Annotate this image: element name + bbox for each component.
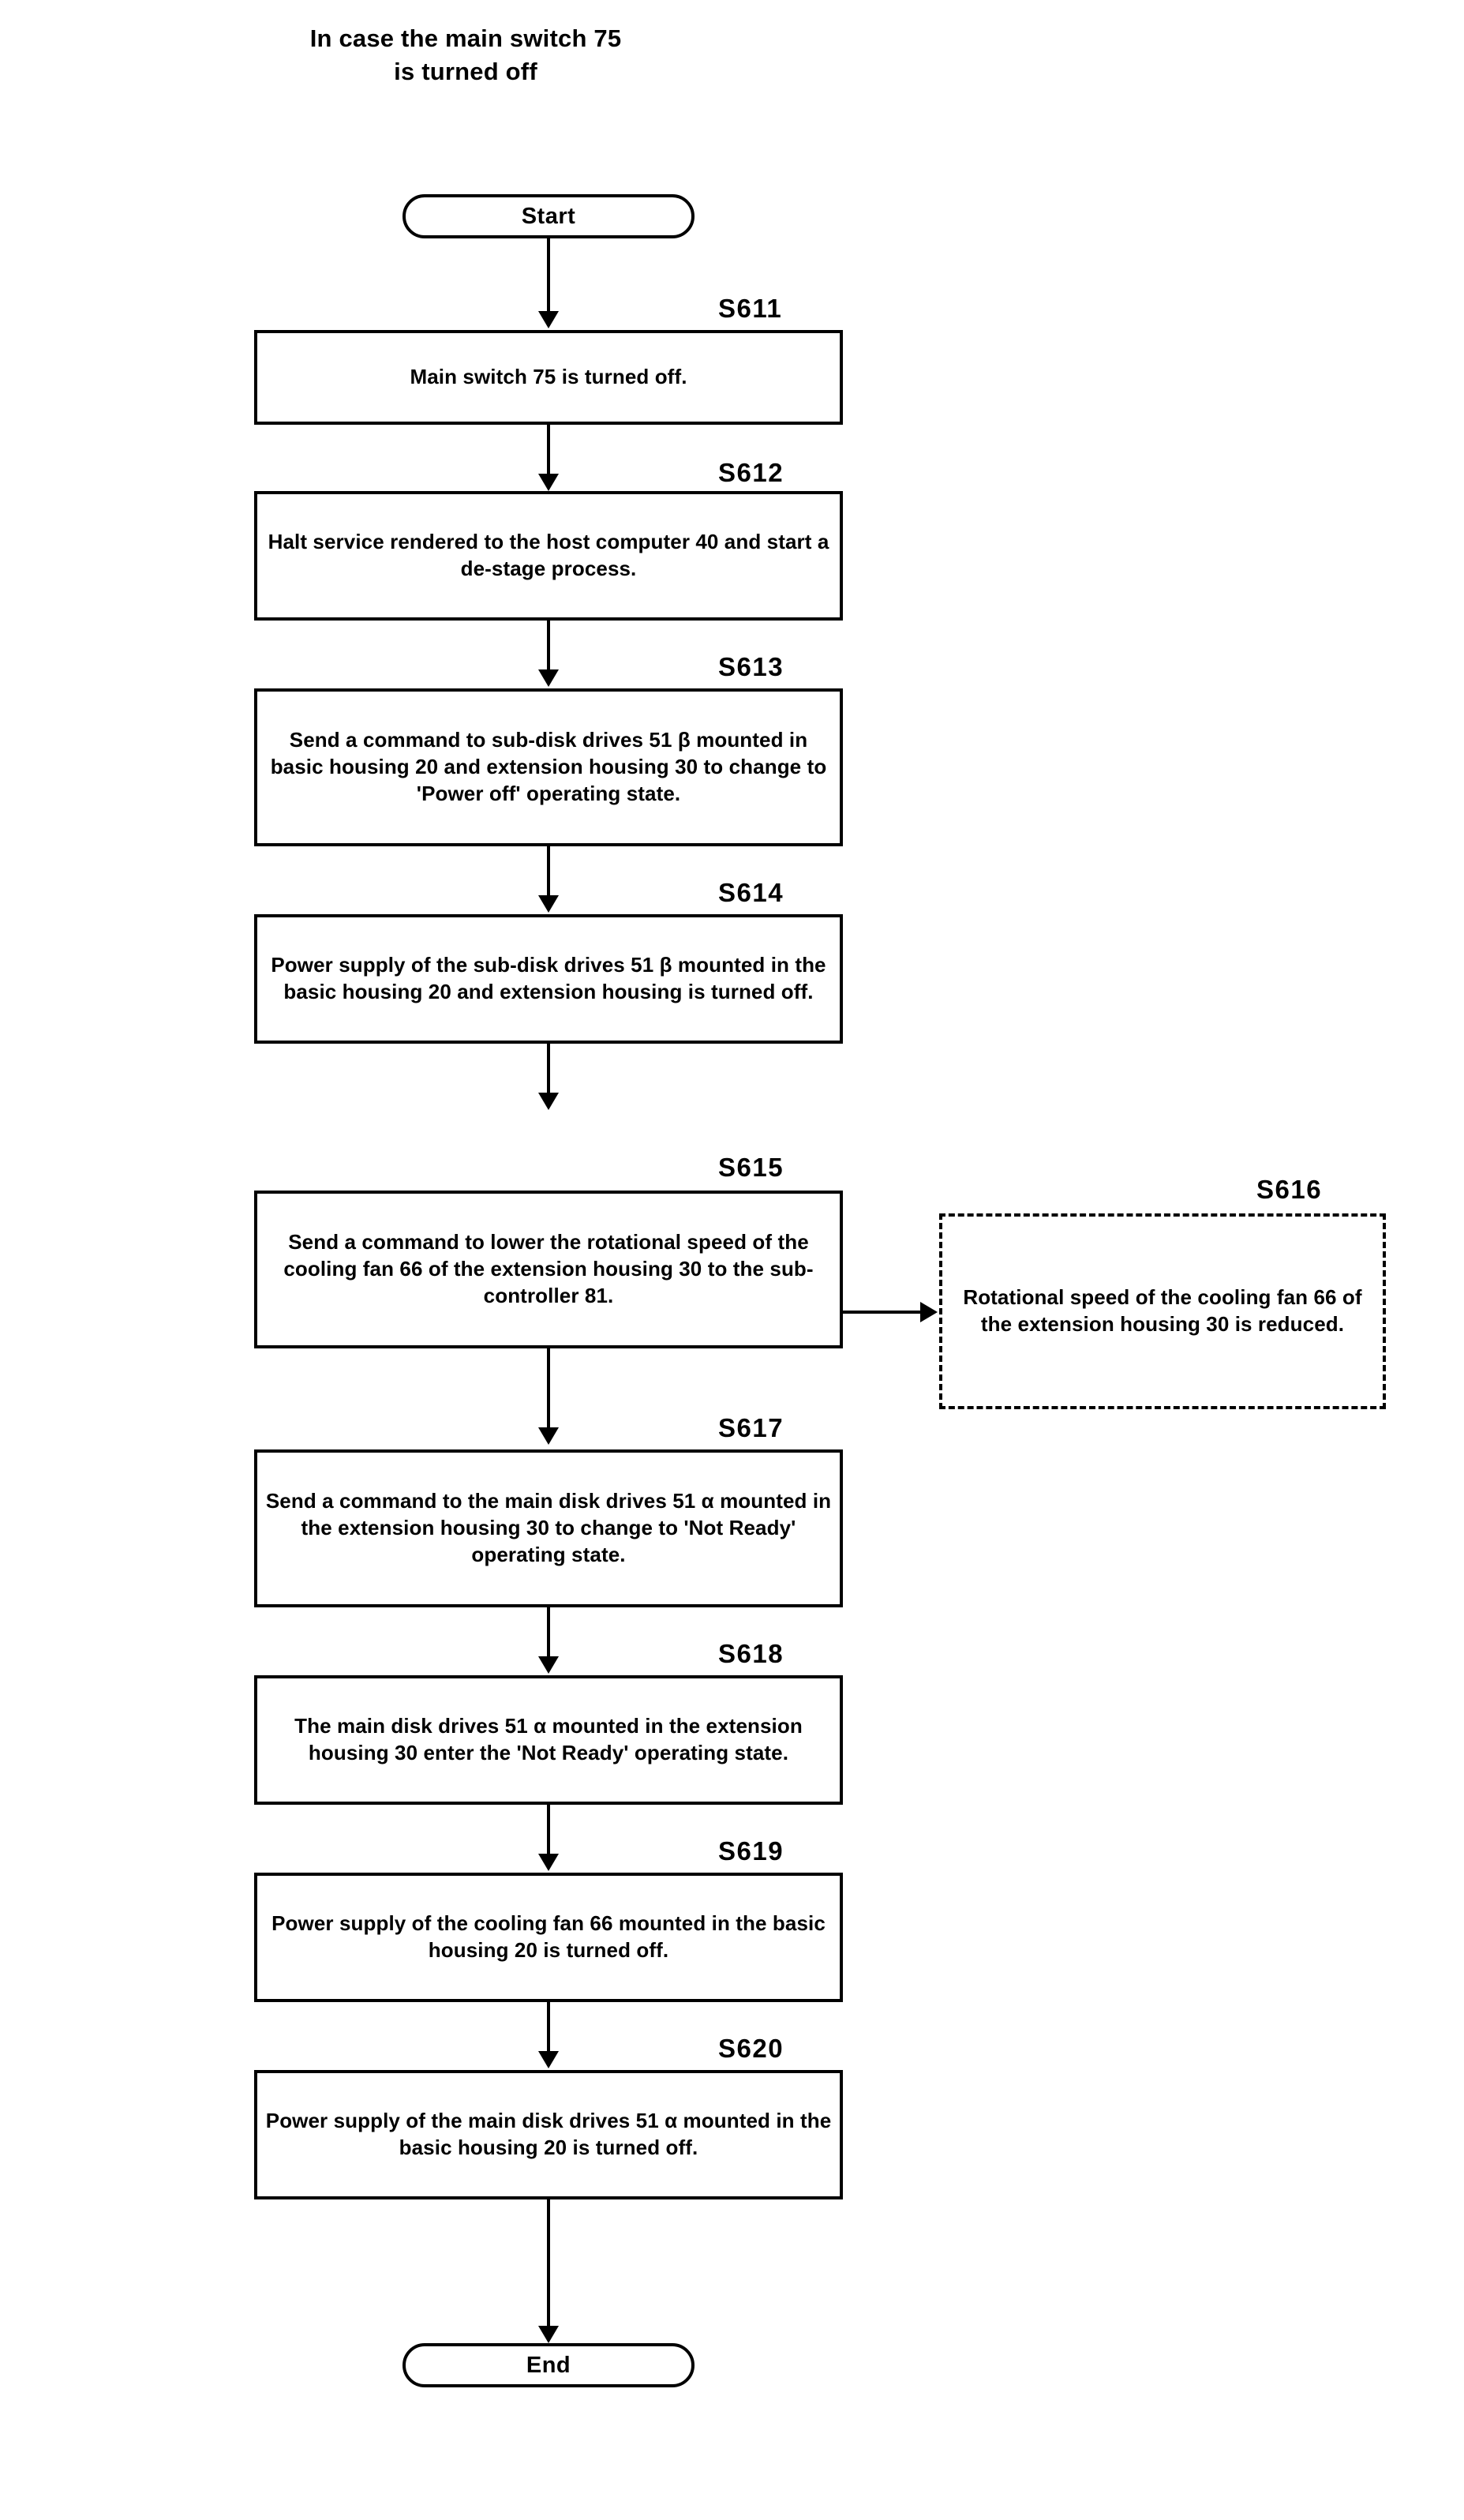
title-line-1: In case the main switch 75 [309, 24, 622, 52]
step-label-s619: S619 [718, 1836, 784, 1866]
process-box-s615[interactable]: Send a command to lower the rotational s… [254, 1191, 843, 1348]
arrow-s613-to-s614 [538, 895, 559, 913]
connector-s617-to-s618 [547, 1607, 550, 1656]
end-terminator[interactable]: End [403, 2343, 695, 2387]
connector-s618-to-s619 [547, 1805, 550, 1854]
connector-s612-to-s613 [547, 621, 550, 669]
start-terminator-label: Start [521, 203, 576, 229]
step-label-s611: S611 [718, 294, 783, 323]
connector-s611-to-s612 [547, 425, 550, 474]
arrow-s611-to-s612 [538, 474, 559, 491]
process-box-s615-text: Send a command to lower the rotational s… [283, 1230, 814, 1307]
step-label-s612: S612 [718, 458, 784, 487]
process-box-s611-text: Main switch 75 is turned off. [410, 365, 687, 389]
process-box-s617[interactable]: Send a command to the main disk drives 5… [254, 1449, 843, 1607]
step-label-s615: S615 [718, 1153, 784, 1182]
step-label-s618: S618 [718, 1639, 784, 1668]
title-line-2: is turned off [394, 57, 537, 85]
connector-start-to-s611 [547, 238, 550, 311]
process-box-s616-text: Rotational speed of the cooling fan 66 o… [963, 1285, 1362, 1336]
process-box-s620[interactable]: Power supply of the main disk drives 51 … [254, 2070, 843, 2199]
connector-s619-to-s620 [547, 2002, 550, 2051]
process-box-s620-text: Power supply of the main disk drives 51 … [265, 2109, 832, 2159]
connector-s620-to-end [547, 2199, 550, 2326]
arrow-s619-to-s620 [538, 2051, 559, 2068]
arrow-start-to-s611 [538, 311, 559, 328]
arrow-s617-to-s618 [538, 1656, 559, 1674]
step-label-s613: S613 [718, 652, 784, 681]
step-label-s614: S614 [718, 878, 784, 907]
connector-s615-to-s617 [547, 1348, 550, 1427]
arrow-s618-to-s619 [538, 1854, 559, 1871]
end-terminator-label: End [526, 2352, 571, 2378]
process-box-s617-text: Send a command to the main disk drives 5… [265, 1489, 832, 1566]
process-box-s614-text: Power supply of the sub-disk drives 51 β… [271, 953, 826, 1003]
process-box-s612[interactable]: Halt service rendered to the host comput… [254, 491, 843, 621]
process-box-s616[interactable]: Rotational speed of the cooling fan 66 o… [939, 1213, 1386, 1409]
process-box-s612-text: Halt service rendered to the host comput… [268, 530, 829, 580]
process-box-s613-text: Send a command to sub-disk drives 51 β m… [270, 728, 827, 805]
flowchart-title: In case the main switch 75 is turned off [189, 22, 742, 88]
arrow-s614-to-s615 [538, 1093, 559, 1110]
step-label-s617: S617 [718, 1413, 784, 1442]
arrow-s612-to-s613 [538, 669, 559, 687]
process-box-s618[interactable]: The main disk drives 51 α mounted in the… [254, 1675, 843, 1805]
connector-s613-to-s614 [547, 846, 550, 895]
step-label-s616: S616 [1256, 1175, 1323, 1204]
process-box-s611[interactable]: Main switch 75 is turned off. [254, 330, 843, 425]
flowchart-canvas: In case the main switch 75 is turned off… [0, 0, 1464, 2520]
connector-s614-to-s615 [547, 1044, 550, 1093]
process-box-s613[interactable]: Send a command to sub-disk drives 51 β m… [254, 688, 843, 846]
process-box-s614[interactable]: Power supply of the sub-disk drives 51 β… [254, 914, 843, 1044]
process-box-s619[interactable]: Power supply of the cooling fan 66 mount… [254, 1873, 843, 2002]
process-box-s618-text: The main disk drives 51 α mounted in the… [294, 1714, 803, 1764]
start-terminator[interactable]: Start [403, 194, 695, 238]
connector-s615-to-s616 [843, 1311, 922, 1314]
step-label-s620: S620 [718, 2034, 784, 2063]
process-box-s619-text: Power supply of the cooling fan 66 mount… [271, 1911, 826, 1962]
arrow-s615-to-s616 [920, 1302, 938, 1322]
arrow-s615-to-s617 [538, 1427, 559, 1445]
arrow-s620-to-end [538, 2326, 559, 2343]
